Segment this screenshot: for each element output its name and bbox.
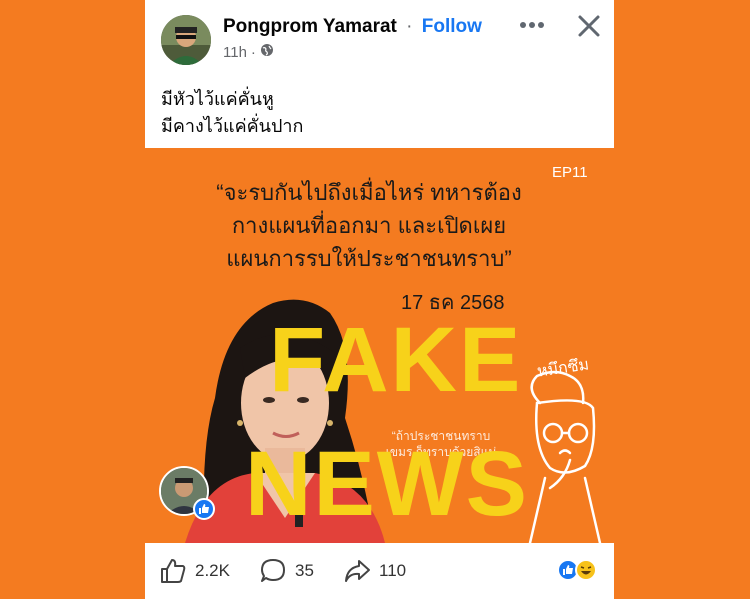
post-header: Pongprom Yamarat · Follow 11h · มีหัวไว้… <box>145 0 614 148</box>
reactor-avatar[interactable] <box>159 466 215 520</box>
haha-reaction-icon <box>575 559 597 581</box>
comment-button[interactable]: 35 <box>259 543 314 599</box>
like-count: 2.2K <box>195 561 230 580</box>
like-button[interactable]: 2.2K <box>159 543 230 599</box>
post-meta: 11h · <box>223 43 274 61</box>
fake-stamp-text: FAKE <box>269 309 523 411</box>
author-avatar[interactable] <box>161 15 211 65</box>
post-card: Pongprom Yamarat · Follow 11h · มีหัวไว้… <box>145 0 614 599</box>
more-icon <box>520 22 544 28</box>
share-count: 110 <box>379 561 407 580</box>
reaction-summary[interactable] <box>557 559 605 583</box>
news-stamp-text: NEWS <box>245 433 529 535</box>
share-icon <box>345 560 370 582</box>
share-button[interactable]: 110 <box>343 543 406 599</box>
author-separator: · <box>406 16 413 37</box>
close-button[interactable] <box>573 10 605 42</box>
post-actions: 2.2K 35 110 <box>145 543 614 599</box>
more-options-button[interactable] <box>517 12 547 38</box>
post-author-line: Pongprom Yamarat · Follow <box>223 16 482 38</box>
globe-icon <box>260 43 274 61</box>
caption-line: มีหัวไว้แค่คั่นหู <box>161 89 274 109</box>
author-name[interactable]: Pongprom Yamarat <box>223 16 397 37</box>
post-time[interactable]: 11h <box>223 44 247 61</box>
post-image[interactable]: EP11 “จะรบกันไปถึงเมื่อไหร่ ทหารต้อง กาง… <box>145 148 614 543</box>
like-badge-icon <box>193 498 215 520</box>
meta-separator: · <box>250 43 256 61</box>
comment-icon <box>261 559 285 582</box>
caption-line: มีคางไว้แค่คั่นปาก <box>161 116 304 136</box>
comment-count: 35 <box>295 561 314 580</box>
follow-button[interactable]: Follow <box>422 16 482 37</box>
post-caption: มีหัวไว้แค่คั่นหู มีคางไว้แค่คั่นปาก <box>161 86 303 140</box>
close-icon <box>578 15 600 37</box>
like-icon <box>161 559 186 583</box>
